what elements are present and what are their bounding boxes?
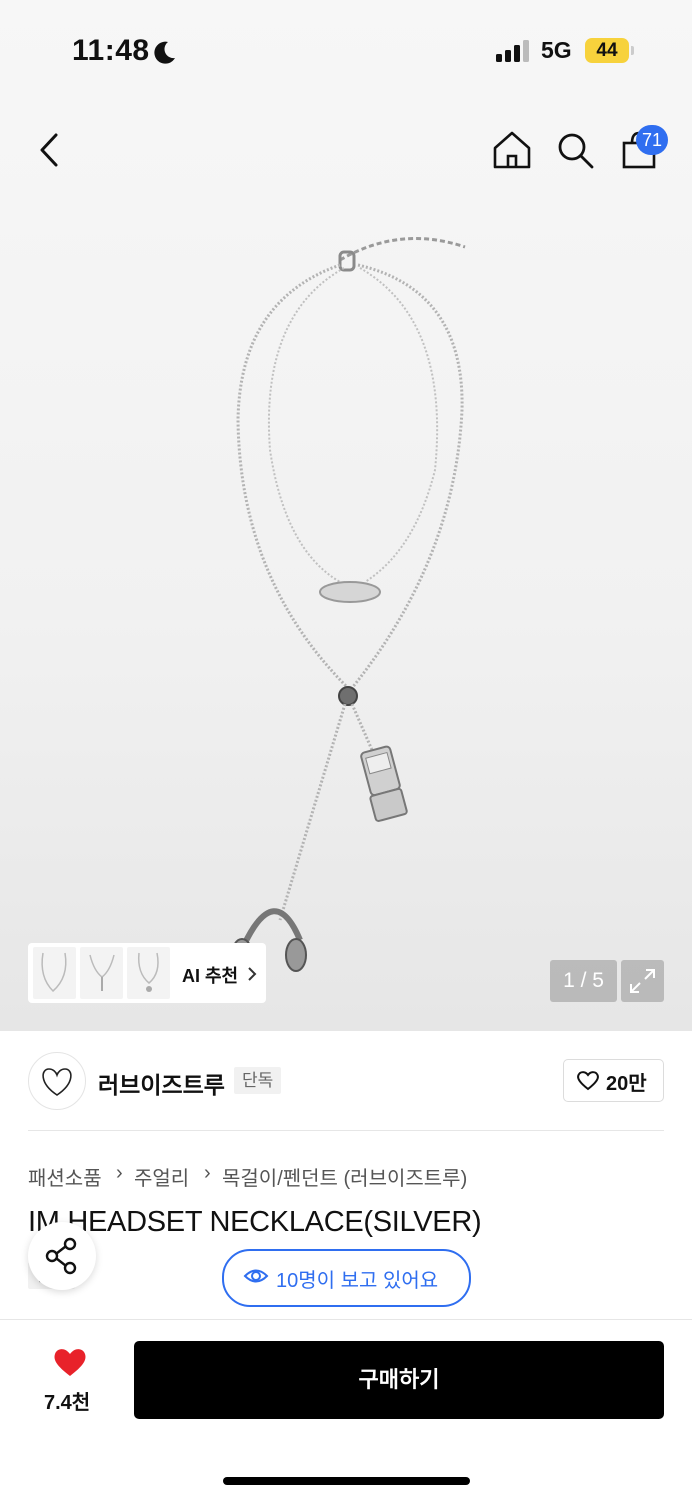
battery-nub [631, 46, 634, 55]
recommend-thumb[interactable] [127, 947, 170, 999]
necklace-thumb-image [89, 954, 115, 991]
brand-name[interactable]: 러브이즈트루 [98, 1066, 225, 1100]
ai-recommend-label[interactable]: AI 추천 [182, 962, 238, 988]
breadcrumb-item[interactable]: 목걸이/펜던트 (러브이즈트루) [222, 1162, 467, 1191]
necklace-image [231, 237, 466, 972]
bottom-bar-divider [0, 1319, 692, 1320]
battery-indicator: 44 [585, 38, 629, 63]
share-icon [45, 1237, 77, 1275]
share-button[interactable] [28, 1222, 96, 1290]
recommend-thumb[interactable] [80, 947, 123, 999]
home-icon[interactable] [492, 130, 532, 170]
heart-outline-icon [577, 1071, 599, 1091]
network-label: 5G [541, 37, 572, 63]
buy-button[interactable]: 구매하기 [134, 1341, 664, 1419]
search-icon[interactable] [555, 130, 595, 170]
eye-icon [243, 1269, 269, 1283]
status-time: 11:48 [72, 34, 150, 67]
fullscreen-button[interactable] [621, 960, 664, 1002]
home-indicator [223, 1477, 470, 1485]
heart-filled-icon[interactable] [52, 1346, 88, 1378]
exclusive-badge: 단독 [234, 1067, 282, 1094]
breadcrumb-item[interactable]: 주얼리 [134, 1162, 189, 1191]
breadcrumb-separator: › [116, 1162, 123, 1184]
product-like-count: 7.4천 [44, 1392, 91, 1414]
viewers-text: 10명이 보고 있어요 [276, 1270, 439, 1292]
back-arrow-icon[interactable] [30, 130, 70, 170]
chevron-right-icon [248, 967, 257, 981]
cart-count-badge: 71 [636, 125, 668, 155]
divider [28, 1130, 664, 1131]
brand-logo[interactable] [28, 1052, 86, 1110]
image-page-counter: 1 / 5 [550, 960, 617, 1002]
brand-like-count: 20만 [606, 1073, 647, 1095]
necklace-thumb-image [137, 952, 159, 992]
moon-icon [154, 41, 175, 64]
breadcrumb-separator: › [204, 1162, 211, 1184]
recommend-thumb[interactable] [33, 947, 76, 999]
expand-icon [630, 969, 655, 993]
breadcrumb-item[interactable]: 패션소품 [28, 1162, 102, 1191]
heart-logo-icon [42, 1068, 72, 1096]
necklace-thumb-image [41, 952, 67, 993]
signal-icon [496, 40, 529, 62]
